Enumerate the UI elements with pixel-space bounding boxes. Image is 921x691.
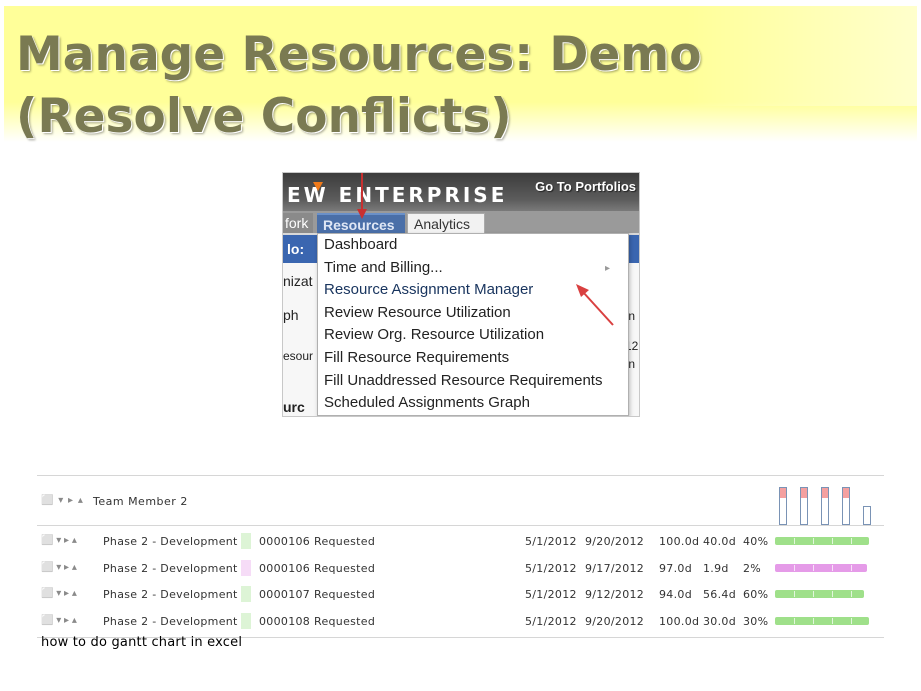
histogram-overallocation xyxy=(822,488,828,498)
row-color-swatch xyxy=(241,533,251,549)
gantt-bar[interactable] xyxy=(775,563,867,572)
row-actual: 30.0d xyxy=(703,614,736,628)
slide-title: Manage Resources: Demo (Resolve Conflict… xyxy=(16,24,702,148)
histogram-overallocation xyxy=(801,488,807,498)
gantt-screenshot: ⬜ ▾ ▸ ▴ Team Member 2 ⬜ ▾ ▸ ▴ Phase 2 - D… xyxy=(37,465,884,640)
row-controls: ⬜ ▾ ▸ ▴ xyxy=(41,535,77,546)
row-id: 0000108 xyxy=(259,614,311,628)
row-color-swatch xyxy=(241,559,251,576)
row-controls: ⬜ ▾ ▸ ▴ xyxy=(41,561,77,573)
table-row[interactable]: ⬜ ▾ ▸ ▴ Phase 2 - Development 0000106 Reque… xyxy=(37,559,884,580)
row-finish: 9/20/2012 xyxy=(585,614,645,628)
gantt-bar[interactable] xyxy=(775,590,864,598)
row-id: 0000106 xyxy=(259,561,311,575)
row-controls: ⬜ ▾ ▸ ▴ xyxy=(41,614,77,626)
row-phase: Phase 2 - Development xyxy=(103,588,238,601)
gantt-header-rule xyxy=(37,525,884,526)
row-status: Requested xyxy=(314,588,376,601)
row-start: 5/1/2012 xyxy=(525,588,577,601)
annotation-arrows xyxy=(357,173,614,326)
table-row[interactable]: ⬜ ▾ ▸ ▴ Phase 2 - Development 0000106 Reque… xyxy=(37,533,884,553)
histogram-bar xyxy=(779,487,787,525)
row-finish: 9/20/2012 xyxy=(585,535,645,548)
row-work: 94.0d xyxy=(659,588,692,601)
histogram-bar xyxy=(863,506,871,525)
group-row-team-member-2[interactable]: ⬜ ▾ ▸ ▴ Team Member 2 xyxy=(37,479,884,525)
row-actual: 40.0d xyxy=(703,535,736,548)
row-pct: 30% xyxy=(743,614,769,628)
row-id: 0000107 xyxy=(259,588,311,601)
row-id: 0000106 xyxy=(259,535,311,548)
group-row-controls[interactable]: ⬜ ▾ ▸ ▴ xyxy=(41,495,84,506)
row-actual: 1.9d xyxy=(703,561,729,575)
row-status: Requested xyxy=(314,535,376,548)
slide-title-line-1: Manage Resources: Demo xyxy=(16,27,702,82)
annotation-arrowhead-down-icon xyxy=(357,209,367,219)
row-status: Requested xyxy=(314,614,376,628)
gantt-top-rule xyxy=(37,475,884,476)
row-work: 97.0d xyxy=(659,561,692,575)
row-pct: 2% xyxy=(743,561,762,575)
row-phase: Phase 2 - Development xyxy=(103,561,238,575)
histogram-overallocation xyxy=(843,488,849,498)
row-pct: 60% xyxy=(743,588,769,601)
table-row[interactable]: ⬜ ▾ ▸ ▴ Phase 2 - Development 0000108 Reque… xyxy=(37,612,884,633)
annotation-arrow-diagonal-icon xyxy=(582,291,614,326)
row-color-swatch xyxy=(241,586,251,602)
gantt-bar[interactable] xyxy=(775,537,869,545)
title-banner: Manage Resources: Demo (Resolve Conflict… xyxy=(4,6,917,144)
histogram-bar xyxy=(842,487,850,525)
row-actual: 56.4d xyxy=(703,588,736,601)
row-status: Requested xyxy=(314,561,376,575)
row-color-swatch xyxy=(241,612,251,629)
gantt-bar[interactable] xyxy=(775,616,869,625)
table-row[interactable]: ⬜ ▾ ▸ ▴ Phase 2 - Development 0000107 Reque… xyxy=(37,586,884,606)
row-start: 5/1/2012 xyxy=(525,614,577,628)
row-phase: Phase 2 - Development xyxy=(103,614,238,628)
histogram-overallocation xyxy=(780,488,786,498)
group-row-label: Team Member 2 xyxy=(93,495,188,508)
image-caption: how to do gantt chart in excel xyxy=(41,635,243,650)
row-work: 100.0d xyxy=(659,535,700,548)
histogram-bar xyxy=(800,487,808,525)
app-screenshot: EW ENTERPRISE Go To Portfolios fork Reso… xyxy=(282,172,640,417)
row-phase: Phase 2 - Development xyxy=(103,535,238,548)
slide-title-line-2: (Resolve Conflicts) xyxy=(16,89,512,144)
histogram-bar xyxy=(821,487,829,525)
row-work: 100.0d xyxy=(659,614,700,628)
row-finish: 9/12/2012 xyxy=(585,588,645,601)
row-pct: 40% xyxy=(743,535,769,548)
row-finish: 9/17/2012 xyxy=(585,561,645,575)
row-start: 5/1/2012 xyxy=(525,561,577,575)
row-controls: ⬜ ▾ ▸ ▴ xyxy=(41,588,77,599)
row-start: 5/1/2012 xyxy=(525,535,577,548)
